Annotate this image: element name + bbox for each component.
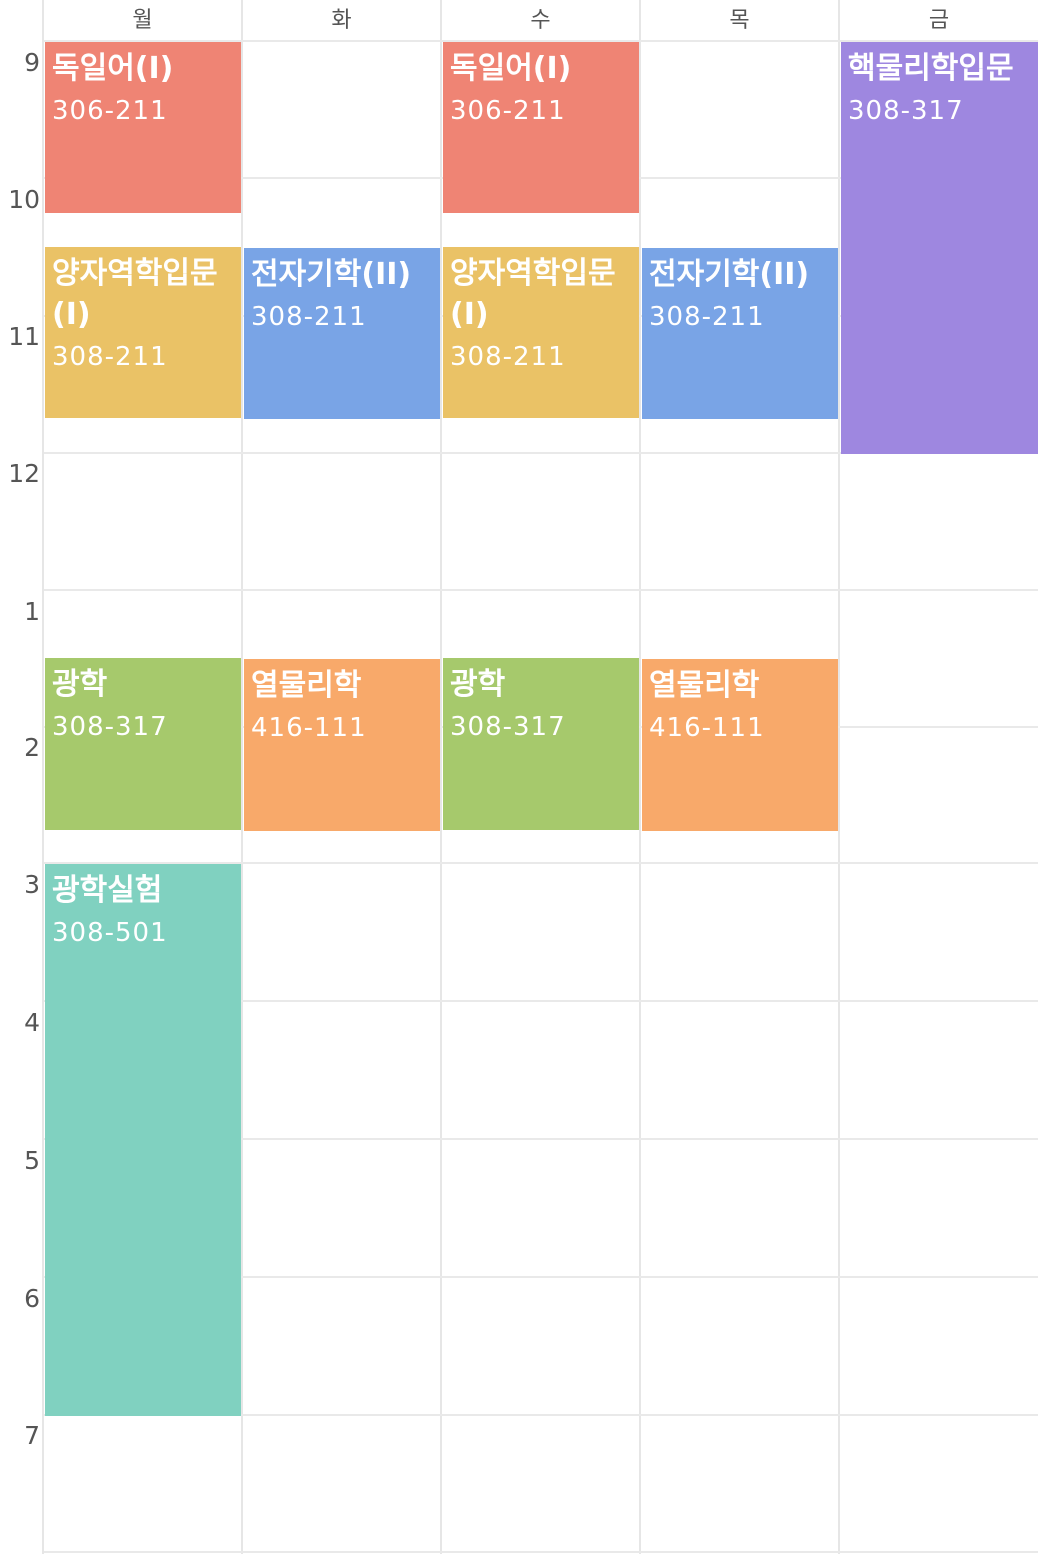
course-room: 306-211	[52, 96, 168, 126]
course-room: 308-211	[450, 342, 566, 372]
course-name: 전자기학(II)	[251, 257, 412, 292]
course-room: 416-111	[649, 713, 765, 743]
hour-label: 10	[8, 185, 40, 214]
grid-line	[838, 0, 840, 1554]
hour-label: 2	[24, 733, 40, 762]
course-block-electromagnetism-tue[interactable]: 전자기학(II) 308-211	[244, 248, 440, 419]
day-header-wed: 수	[530, 8, 551, 33]
hour-label: 4	[24, 1008, 40, 1037]
hour-label: 5	[24, 1146, 40, 1175]
day-header-thu: 목	[729, 8, 750, 33]
hour-label: 12	[8, 459, 40, 488]
course-name: 독일어(I)	[450, 51, 572, 86]
course-name: 양자역학입문(I)	[52, 256, 218, 332]
course-block-electromagnetism-thu[interactable]: 전자기학(II) 308-211	[642, 248, 838, 419]
course-name: 광학	[52, 667, 108, 702]
course-block-optics-wed[interactable]: 광학 308-317	[443, 658, 639, 830]
course-name: 열물리학	[649, 668, 760, 703]
course-block-optics-lab-mon[interactable]: 광학실험 308-501	[45, 864, 241, 1416]
course-block-thermal-physics-thu[interactable]: 열물리학 416-111	[642, 659, 838, 831]
course-room: 308-317	[848, 96, 964, 126]
grid-line	[44, 589, 1038, 591]
course-block-quantum-wed[interactable]: 양자역학입문(I) 308-211	[443, 247, 639, 418]
course-room: 308-211	[52, 342, 168, 372]
course-room: 308-501	[52, 918, 168, 948]
course-block-german-wed[interactable]: 독일어(I) 306-211	[443, 42, 639, 213]
course-room: 308-317	[52, 712, 168, 742]
course-room: 416-111	[251, 713, 367, 743]
grid-line	[639, 0, 641, 1554]
day-header-fri: 금	[928, 8, 950, 33]
grid-line	[241, 0, 243, 1554]
day-header-tue: 화	[331, 8, 352, 33]
course-name: 광학	[450, 667, 506, 702]
hour-label: 1	[24, 597, 40, 626]
course-room: 308-317	[450, 712, 566, 742]
hour-label: 6	[24, 1284, 40, 1313]
day-header-mon: 월	[132, 8, 153, 33]
timetable-grid: 월 화 수 목 금 9 10 11 12 1 2 3 4 5 6 7 독일어(I…	[0, 0, 1038, 1554]
course-name: 광학실험	[52, 873, 163, 908]
course-block-optics-mon[interactable]: 광학 308-317	[45, 658, 241, 830]
course-room: 308-211	[251, 302, 367, 332]
grid-line	[42, 0, 44, 1554]
course-room: 306-211	[450, 96, 566, 126]
course-name: 양자역학입문(I)	[450, 256, 616, 332]
grid-line	[44, 1551, 1038, 1553]
course-block-quantum-mon[interactable]: 양자역학입문(I) 308-211	[45, 247, 241, 418]
hour-label: 9	[24, 48, 40, 77]
hour-label: 3	[24, 870, 40, 899]
course-block-german-mon[interactable]: 독일어(I) 306-211	[45, 42, 241, 213]
course-name: 열물리학	[251, 668, 362, 703]
hour-label: 11	[8, 322, 40, 351]
course-room: 308-211	[649, 302, 765, 332]
hour-label: 7	[24, 1421, 40, 1450]
course-block-nuclear-physics-fri[interactable]: 핵물리학입문 308-317	[841, 42, 1038, 454]
course-name: 핵물리학입문	[848, 51, 1014, 86]
course-block-thermal-physics-tue[interactable]: 열물리학 416-111	[244, 659, 440, 831]
course-name: 전자기학(II)	[649, 257, 810, 292]
course-name: 독일어(I)	[52, 51, 174, 86]
grid-line	[440, 0, 442, 1554]
